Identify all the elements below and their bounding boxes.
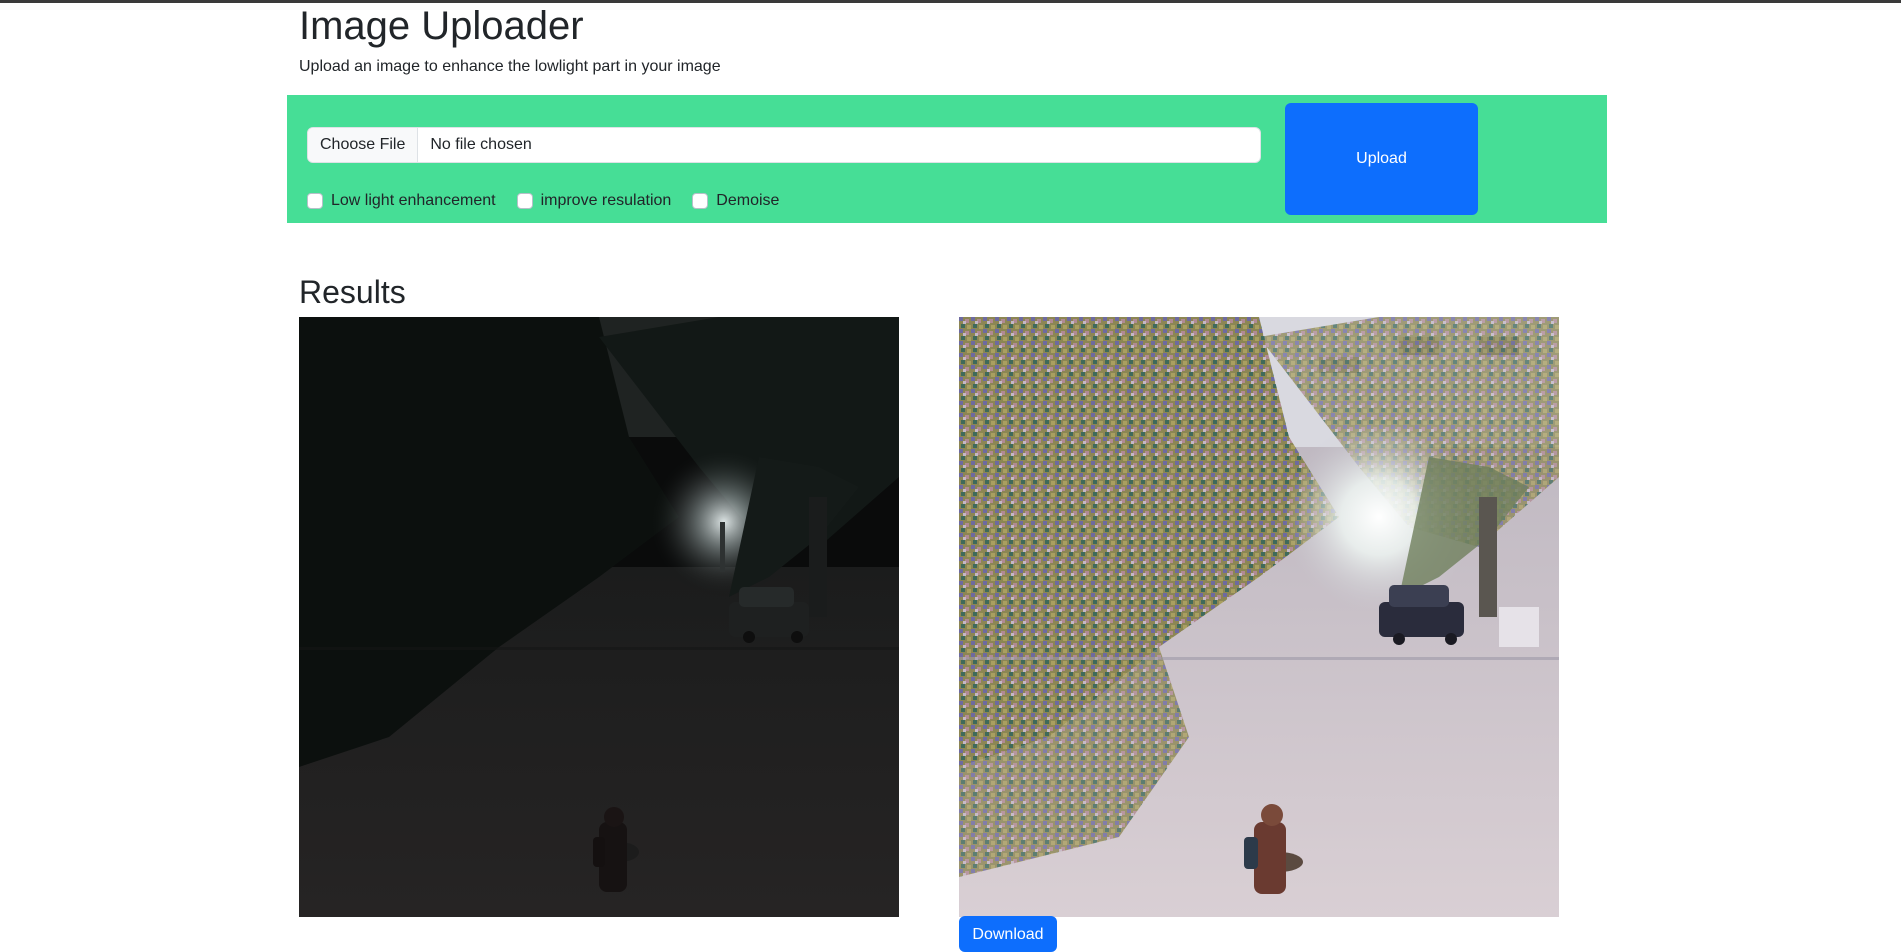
page-title: Image Uploader [299, 4, 584, 48]
option-label: improve resulation [540, 192, 672, 209]
download-button[interactable]: Download [959, 916, 1057, 952]
results-heading: Results [299, 274, 406, 310]
night-street-photo-icon [299, 317, 899, 917]
enhancement-options: Low light enhancement improve resulation… [307, 191, 800, 211]
window-top-border [0, 0, 1901, 3]
low-light-enhancement-checkbox[interactable] [307, 193, 323, 209]
enhanced-street-photo-icon [959, 317, 1559, 917]
denoise-checkbox[interactable] [692, 193, 709, 209]
option-denoise[interactable]: Demoise [692, 192, 779, 210]
option-label: Low light enhancement [331, 192, 496, 209]
file-input[interactable]: Choose File No file chosen [307, 127, 1261, 163]
choose-file-button[interactable]: Choose File [308, 128, 419, 162]
enhanced-image [959, 317, 1559, 917]
option-label: Demoise [716, 192, 780, 209]
option-low-light-enhancement[interactable]: Low light enhancement [307, 192, 496, 210]
file-status-text: No file chosen [430, 136, 532, 153]
improve-resolution-checkbox[interactable] [516, 193, 533, 209]
option-improve-resolution[interactable]: improve resulation [516, 192, 672, 210]
upload-form: Choose File No file chosen Low light enh… [287, 95, 1607, 223]
upload-button[interactable]: Upload [1285, 103, 1478, 215]
original-lowlight-image [299, 317, 899, 917]
page-subtitle: Upload an image to enhance the lowlight … [299, 58, 721, 75]
